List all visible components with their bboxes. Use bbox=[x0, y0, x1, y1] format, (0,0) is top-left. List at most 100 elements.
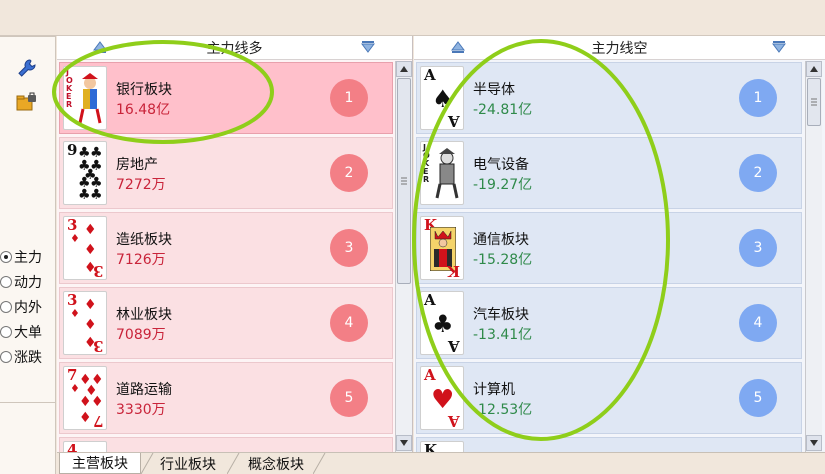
sector-value: -12.53亿 bbox=[473, 402, 533, 418]
radio-label: 内外 bbox=[14, 300, 42, 316]
sector-value: 7089万 bbox=[116, 327, 166, 343]
collapse-up-icon[interactable] bbox=[91, 39, 109, 55]
bullish-row-1[interactable]: J O K E R 银行板块 16.48亿 1 bbox=[59, 62, 393, 134]
card-rank: 3 bbox=[67, 291, 78, 309]
sector-value: -24.81亿 bbox=[473, 102, 533, 118]
radio-option-3[interactable]: 大单 bbox=[0, 322, 42, 342]
sector-value: 16.48亿 bbox=[116, 102, 171, 118]
sector-value: 7126万 bbox=[116, 252, 166, 268]
king-of-diamonds-card-icon: K K bbox=[420, 216, 464, 280]
rank-badge: 4 bbox=[330, 304, 368, 342]
rank-badge: 5 bbox=[739, 379, 777, 417]
card-rank: K bbox=[446, 262, 460, 280]
radio-label: 动力 bbox=[14, 275, 42, 291]
card-rank: 3 bbox=[67, 216, 78, 234]
tab-concept[interactable]: 概念板块 bbox=[241, 453, 311, 474]
bearish-row-4[interactable]: A ♣ A 汽车板块 -13.41亿 4 bbox=[416, 287, 802, 359]
bullish-panel-title: 主力线多 bbox=[206, 40, 263, 57]
bearish-row-1[interactable]: A ♠ A 半导体 -24.81亿 1 bbox=[416, 62, 802, 134]
bearish-row-5[interactable]: A ♥ A 计算机 -12.53亿 5 bbox=[416, 362, 802, 434]
ace-of-clubs-card-icon: A ♣ A bbox=[420, 291, 464, 355]
card-rank: A bbox=[448, 112, 460, 130]
collapse-up-icon[interactable] bbox=[449, 39, 467, 55]
folder-lock-icon[interactable] bbox=[14, 90, 40, 114]
scroll-up-icon[interactable] bbox=[806, 61, 822, 77]
sector-name: 房地产 bbox=[116, 157, 158, 173]
radio-unchecked-icon bbox=[0, 276, 12, 288]
sector-name: 道路运输 bbox=[116, 382, 172, 398]
divider bbox=[0, 402, 56, 403]
scroll-down-icon[interactable] bbox=[806, 435, 822, 451]
sector-name: 电气设备 bbox=[473, 157, 529, 173]
three-of-diamonds-card-icon: 3 ♦ ♦ ♦ ♦ 3 bbox=[63, 291, 107, 355]
sector-name: 汽车板块 bbox=[473, 307, 529, 323]
joker-card-icon: J O K E R bbox=[420, 141, 464, 205]
bullish-row-5[interactable]: 7 ♦ ♦ ♦ ♦ ♦ ♦ ♦ 7 道路运输 3330万 5 bbox=[59, 362, 393, 434]
radio-unchecked-icon bbox=[0, 301, 12, 313]
bullish-row-2[interactable]: 9 ♣ ♣ ♣ ♣ ♣ ♣ ♣ ♣ ♣ 房地产 7272万 2 bbox=[59, 137, 393, 209]
radio-option-4[interactable]: 涨跌 bbox=[0, 347, 42, 367]
card-rank: A bbox=[448, 337, 460, 355]
card-rank: 3 bbox=[92, 262, 103, 280]
card-rank: 9 bbox=[67, 141, 78, 159]
sector-name: 林业板块 bbox=[116, 307, 172, 323]
nine-of-clubs-card-icon: 9 ♣ ♣ ♣ ♣ ♣ ♣ ♣ ♣ ♣ bbox=[63, 141, 107, 205]
radio-label: 主力 bbox=[14, 250, 42, 266]
sector-value: -13.41亿 bbox=[473, 327, 533, 343]
ace-of-hearts-card-icon: A ♥ A bbox=[420, 366, 464, 430]
tab-industry[interactable]: 行业板块 bbox=[153, 453, 223, 474]
bullish-row-4[interactable]: 3 ♦ ♦ ♦ ♦ 3 林业板块 7089万 4 bbox=[59, 287, 393, 359]
scroll-thumb[interactable] bbox=[397, 78, 411, 284]
top-band bbox=[0, 0, 825, 36]
ace-of-spades-card-icon: A ♠ A bbox=[420, 66, 464, 130]
bullish-row-3[interactable]: 3 ♦ ♦ ♦ ♦ 3 造纸板块 7126万 3 bbox=[59, 212, 393, 284]
scroll-down-icon[interactable] bbox=[396, 435, 412, 451]
bullish-panel: 主力线多 J O K E R 银行板块 16.48亿 1 9 ♣ ♣ ♣ ♣ ♣ ♣… bbox=[57, 36, 413, 453]
rank-badge: 2 bbox=[330, 154, 368, 192]
sector-value: 7272万 bbox=[116, 177, 166, 193]
bearish-row-partial: K bbox=[416, 437, 802, 453]
bullish-row-partial: 4 bbox=[59, 437, 393, 453]
sector-name: 半导体 bbox=[473, 82, 515, 98]
card-rank: 3 bbox=[92, 337, 103, 355]
card-rank: 7 bbox=[92, 412, 103, 430]
radio-unchecked-icon bbox=[0, 351, 12, 363]
radio-label: 大单 bbox=[14, 325, 42, 341]
radio-label: 涨跌 bbox=[14, 350, 42, 366]
tab-main-business[interactable]: 主营板块 bbox=[59, 453, 141, 474]
rank-badge: 2 bbox=[739, 154, 777, 192]
three-of-diamonds-card-icon: 3 ♦ ♦ ♦ ♦ 3 bbox=[63, 216, 107, 280]
card-rank: A bbox=[424, 291, 436, 309]
radio-checked-icon bbox=[0, 251, 12, 263]
scroll-up-icon[interactable] bbox=[396, 61, 412, 77]
radio-option-2[interactable]: 内外 bbox=[0, 297, 42, 317]
bullish-panel-header: 主力线多 bbox=[57, 36, 412, 60]
sector-value: 3330万 bbox=[116, 402, 166, 418]
sector-value: -19.27亿 bbox=[473, 177, 533, 193]
bullish-scrollbar[interactable] bbox=[395, 61, 412, 452]
card-rank: A bbox=[424, 366, 436, 384]
scroll-thumb[interactable] bbox=[807, 78, 821, 126]
joker-card-icon: J O K E R bbox=[63, 66, 107, 130]
collapse-down-icon[interactable] bbox=[770, 39, 788, 55]
rank-badge: 1 bbox=[330, 79, 368, 117]
bearish-panel: 主力线空 A ♠ A 半导体 -24.81亿 1 J O K E R 电气设备 … bbox=[414, 36, 825, 453]
sector-name: 造纸板块 bbox=[116, 232, 172, 248]
radio-option-1[interactable]: 动力 bbox=[0, 272, 42, 292]
bearish-row-2[interactable]: J O K E R 电气设备 -19.27亿 2 bbox=[416, 137, 802, 209]
bearish-row-3[interactable]: K K 通信板块 -15.28亿 3 bbox=[416, 212, 802, 284]
card-rank: A bbox=[448, 412, 460, 430]
rank-badge: 5 bbox=[330, 379, 368, 417]
rank-badge: 4 bbox=[739, 304, 777, 342]
bearish-scrollbar[interactable] bbox=[805, 61, 822, 452]
sector-value: -15.28亿 bbox=[473, 252, 533, 268]
radio-unchecked-icon bbox=[0, 326, 12, 338]
bearish-panel-header: 主力线空 bbox=[414, 36, 825, 60]
rank-badge: 3 bbox=[739, 229, 777, 267]
sector-name: 通信板块 bbox=[473, 232, 529, 248]
wrench-icon[interactable] bbox=[14, 56, 40, 80]
radio-option-0[interactable]: 主力 bbox=[0, 247, 42, 267]
card-rank: A bbox=[424, 66, 436, 84]
bottom-tab-bar: 主营板块 行业板块 概念板块 bbox=[57, 452, 825, 474]
collapse-down-icon[interactable] bbox=[359, 39, 377, 55]
